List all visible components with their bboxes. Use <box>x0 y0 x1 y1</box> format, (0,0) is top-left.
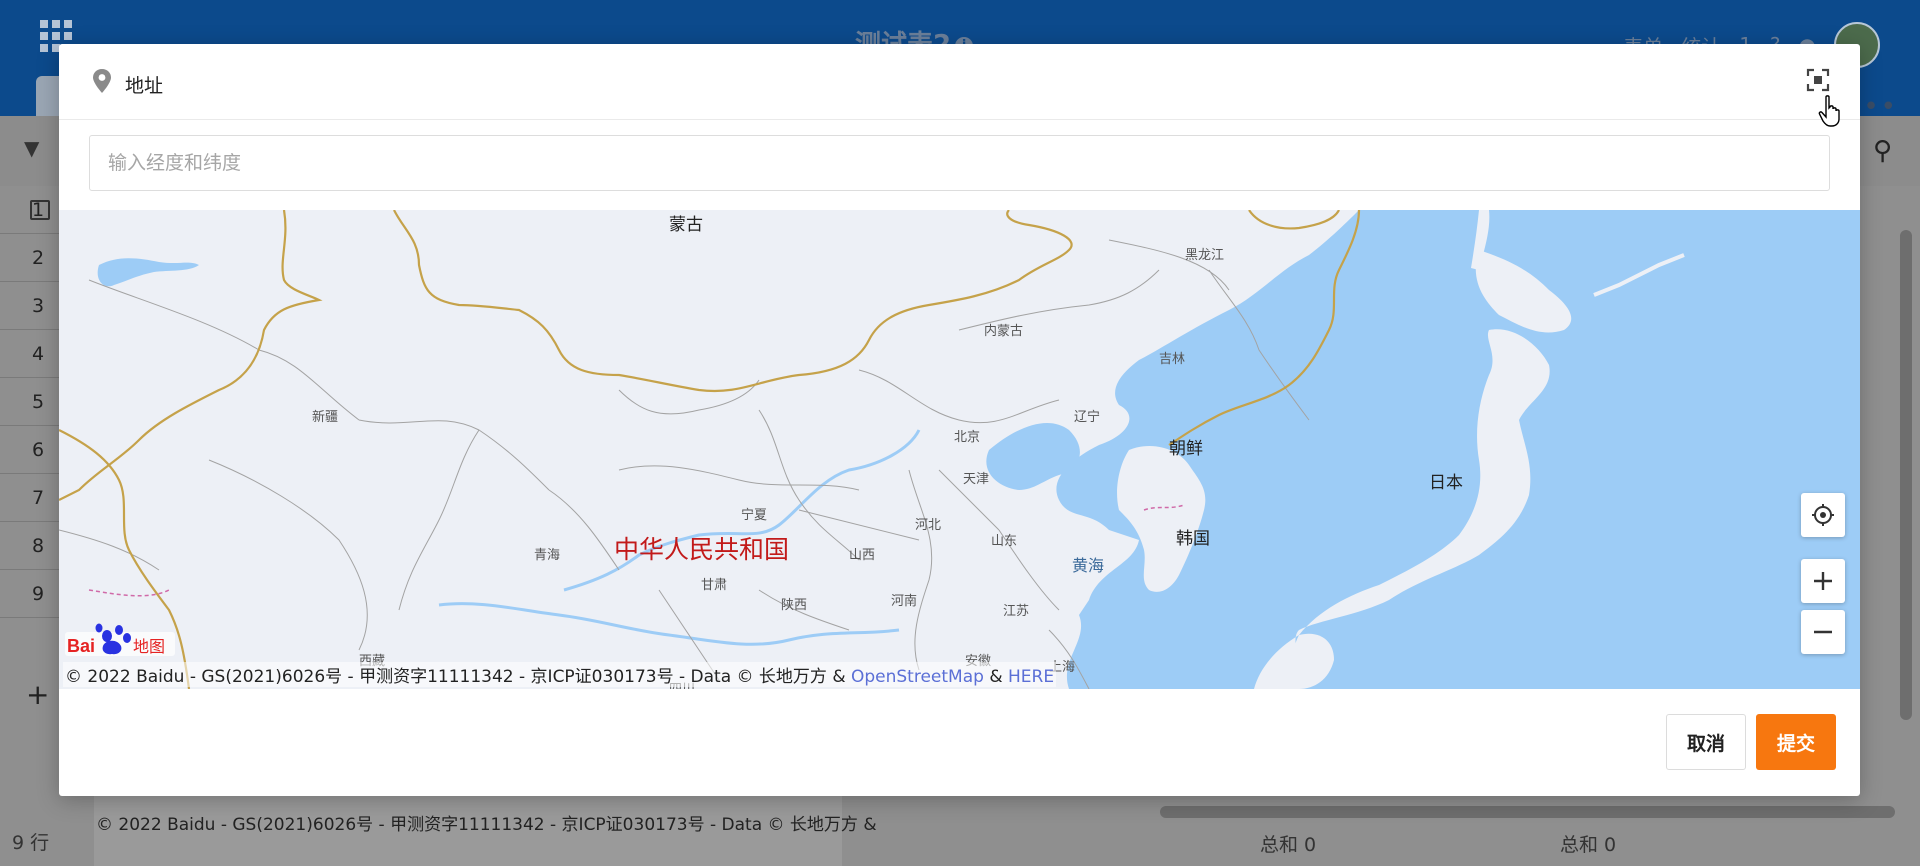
vertical-scrollbar[interactable] <box>1900 230 1912 720</box>
map-label-gansu: 甘肃 <box>701 578 728 593</box>
svg-text:Bai: Bai <box>67 636 95 656</box>
chevron-down-icon[interactable]: ▼ <box>24 136 39 160</box>
row-number[interactable]: 2 <box>0 234 60 282</box>
zoom-out-button[interactable] <box>1801 610 1845 654</box>
openstreetmap-link[interactable]: OpenStreetMap <box>851 667 984 687</box>
map-label-north-korea: 朝鲜 <box>1169 439 1203 459</box>
search-icon[interactable]: ⚲ <box>1873 136 1892 166</box>
map-label-ningxia: 宁夏 <box>741 508 768 523</box>
row-number-column: 1 2 3 4 5 6 7 8 9 <box>0 186 60 618</box>
dialog-header: 地址 <box>59 44 1860 127</box>
table-footer: 9 行 总和 0 总和 0 <box>0 820 1920 866</box>
map-label-japan: 日本 <box>1429 473 1463 493</box>
map-copyright: © 2022 Baidu - GS(2021)6026号 - 甲测资字11111… <box>63 662 1057 687</box>
row-count: 9 行 <box>12 832 50 854</box>
sum-label[interactable]: 总和 0 <box>1260 830 1316 857</box>
here-link[interactable]: HERE <box>1008 667 1054 687</box>
map-label-qinghai: 青海 <box>534 548 561 563</box>
plus-icon <box>1814 572 1832 590</box>
map-label-jiangsu: 江苏 <box>1003 604 1030 619</box>
minus-icon <box>1814 630 1832 634</box>
map-label-hebei: 河北 <box>915 518 942 533</box>
map-label-shandong: 山东 <box>991 534 1018 549</box>
row-number[interactable]: 1 <box>0 186 60 234</box>
map-label-inner-mongolia: 内蒙古 <box>984 324 1024 339</box>
baidu-logo[interactable]: Bai 地图 <box>65 616 175 656</box>
copyright-amp: & <box>983 667 1008 687</box>
cancel-button[interactable]: 取消 <box>1666 714 1746 770</box>
map-label-heilongjiang: 黑龙江 <box>1185 248 1225 263</box>
crosshair-icon <box>1812 504 1834 526</box>
horizontal-scrollbar[interactable] <box>1160 806 1895 818</box>
sum-label[interactable]: 总和 0 <box>1560 830 1616 857</box>
map-label-jilin: 吉林 <box>1159 352 1186 367</box>
row-number[interactable]: 8 <box>0 522 60 570</box>
map-label-liaoning: 辽宁 <box>1074 410 1101 425</box>
map-label-beijing: 北京 <box>954 430 981 445</box>
locate-button[interactable] <box>1801 493 1845 537</box>
balkhash-lake <box>97 258 199 287</box>
baidu-map[interactable]: 蒙古 黑龙江 内蒙古 吉林 新疆 辽宁 北京 天津 朝鲜 日本 宁夏 河北 青海… <box>59 210 1860 689</box>
row-number[interactable]: 9 <box>0 570 60 618</box>
submit-button[interactable]: 提交 <box>1756 714 1836 770</box>
map-label-henan: 河南 <box>891 594 918 609</box>
dialog-title: 地址 <box>125 75 164 97</box>
map-label-china: 中华人民共和国 <box>614 535 790 564</box>
zoom-in-button[interactable] <box>1801 559 1845 603</box>
coordinate-input[interactable] <box>89 135 1830 191</box>
baidu-logo-text: 地图 <box>133 637 165 656</box>
row-number[interactable]: 5 <box>0 378 60 426</box>
map-label-tianjin: 天津 <box>963 472 990 487</box>
map-label-shanxi: 山西 <box>849 548 876 563</box>
location-pin-icon <box>93 69 111 93</box>
map-label-mongolia: 蒙古 <box>669 215 703 235</box>
row-number[interactable]: 6 <box>0 426 60 474</box>
map-canvas[interactable] <box>59 210 1860 689</box>
address-dialog: 地址 输入经度和纬度 蒙古 黑龙江 内蒙古 吉林 新疆 辽宁 北京 天津 朝鲜 … <box>59 44 1860 796</box>
map-label-shaanxi: 陕西 <box>781 598 808 613</box>
row-number[interactable]: 7 <box>0 474 60 522</box>
fullscreen-icon[interactable] <box>1806 68 1830 92</box>
add-row-icon[interactable]: + <box>26 678 49 711</box>
map-label-south-korea: 韩国 <box>1176 529 1210 549</box>
copyright-text: © 2022 Baidu - GS(2021)6026号 - 甲测资字11111… <box>65 667 851 687</box>
row-number[interactable]: 4 <box>0 330 60 378</box>
row-number[interactable]: 3 <box>0 282 60 330</box>
map-label-xinjiang: 新疆 <box>312 410 339 425</box>
map-label-yellow-sea: 黄海 <box>1072 556 1105 575</box>
hand-cursor-icon <box>1818 95 1840 127</box>
